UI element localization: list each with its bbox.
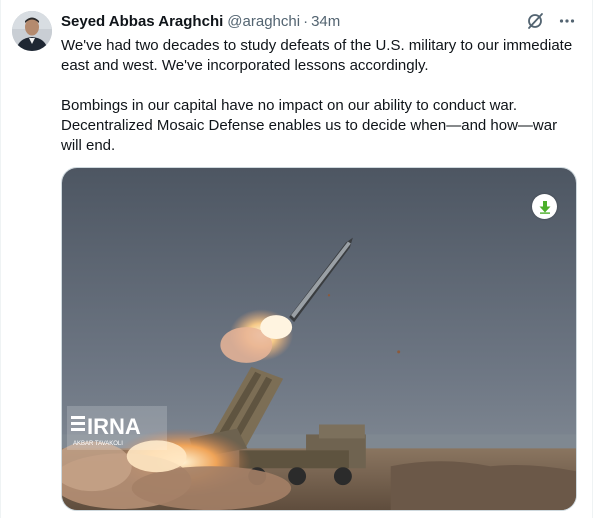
tweet-paragraph-2: Bombings in our capital have no impact o… <box>61 97 558 154</box>
separator-dot: · <box>303 13 309 30</box>
missile-launch-photo <box>62 168 576 510</box>
tweet-card[interactable]: Seyed Abbas Araghchi @araghchi · 34m We'… <box>0 0 593 518</box>
author-name[interactable]: Seyed Abbas Araghchi <box>61 12 223 32</box>
watermark-logo: IRNA <box>87 414 141 439</box>
grok-icon[interactable] <box>524 10 546 32</box>
download-button[interactable] <box>532 194 557 219</box>
timestamp[interactable]: 34m <box>311 12 340 32</box>
watermark-credit: AKBAR TAVAKOLI <box>73 441 123 447</box>
author-handle[interactable]: @araghchi <box>227 12 300 32</box>
tweet-header: Seyed Abbas Araghchi @araghchi · 34m <box>61 11 340 33</box>
irna-watermark: IRNA AKBAR TAVAKOLI <box>67 406 167 450</box>
tweet-text: We've had two decades to study defeats o… <box>61 36 576 156</box>
tweet-media-image[interactable]: IRNA AKBAR TAVAKOLI <box>61 167 577 511</box>
download-arrow-icon <box>539 200 550 214</box>
avatar[interactable] <box>12 11 52 51</box>
avatar-image <box>12 11 52 51</box>
tweet-actions <box>524 10 578 32</box>
tweet-paragraph-1: We've had two decades to study defeats o… <box>61 37 573 74</box>
more-icon[interactable] <box>556 10 578 32</box>
